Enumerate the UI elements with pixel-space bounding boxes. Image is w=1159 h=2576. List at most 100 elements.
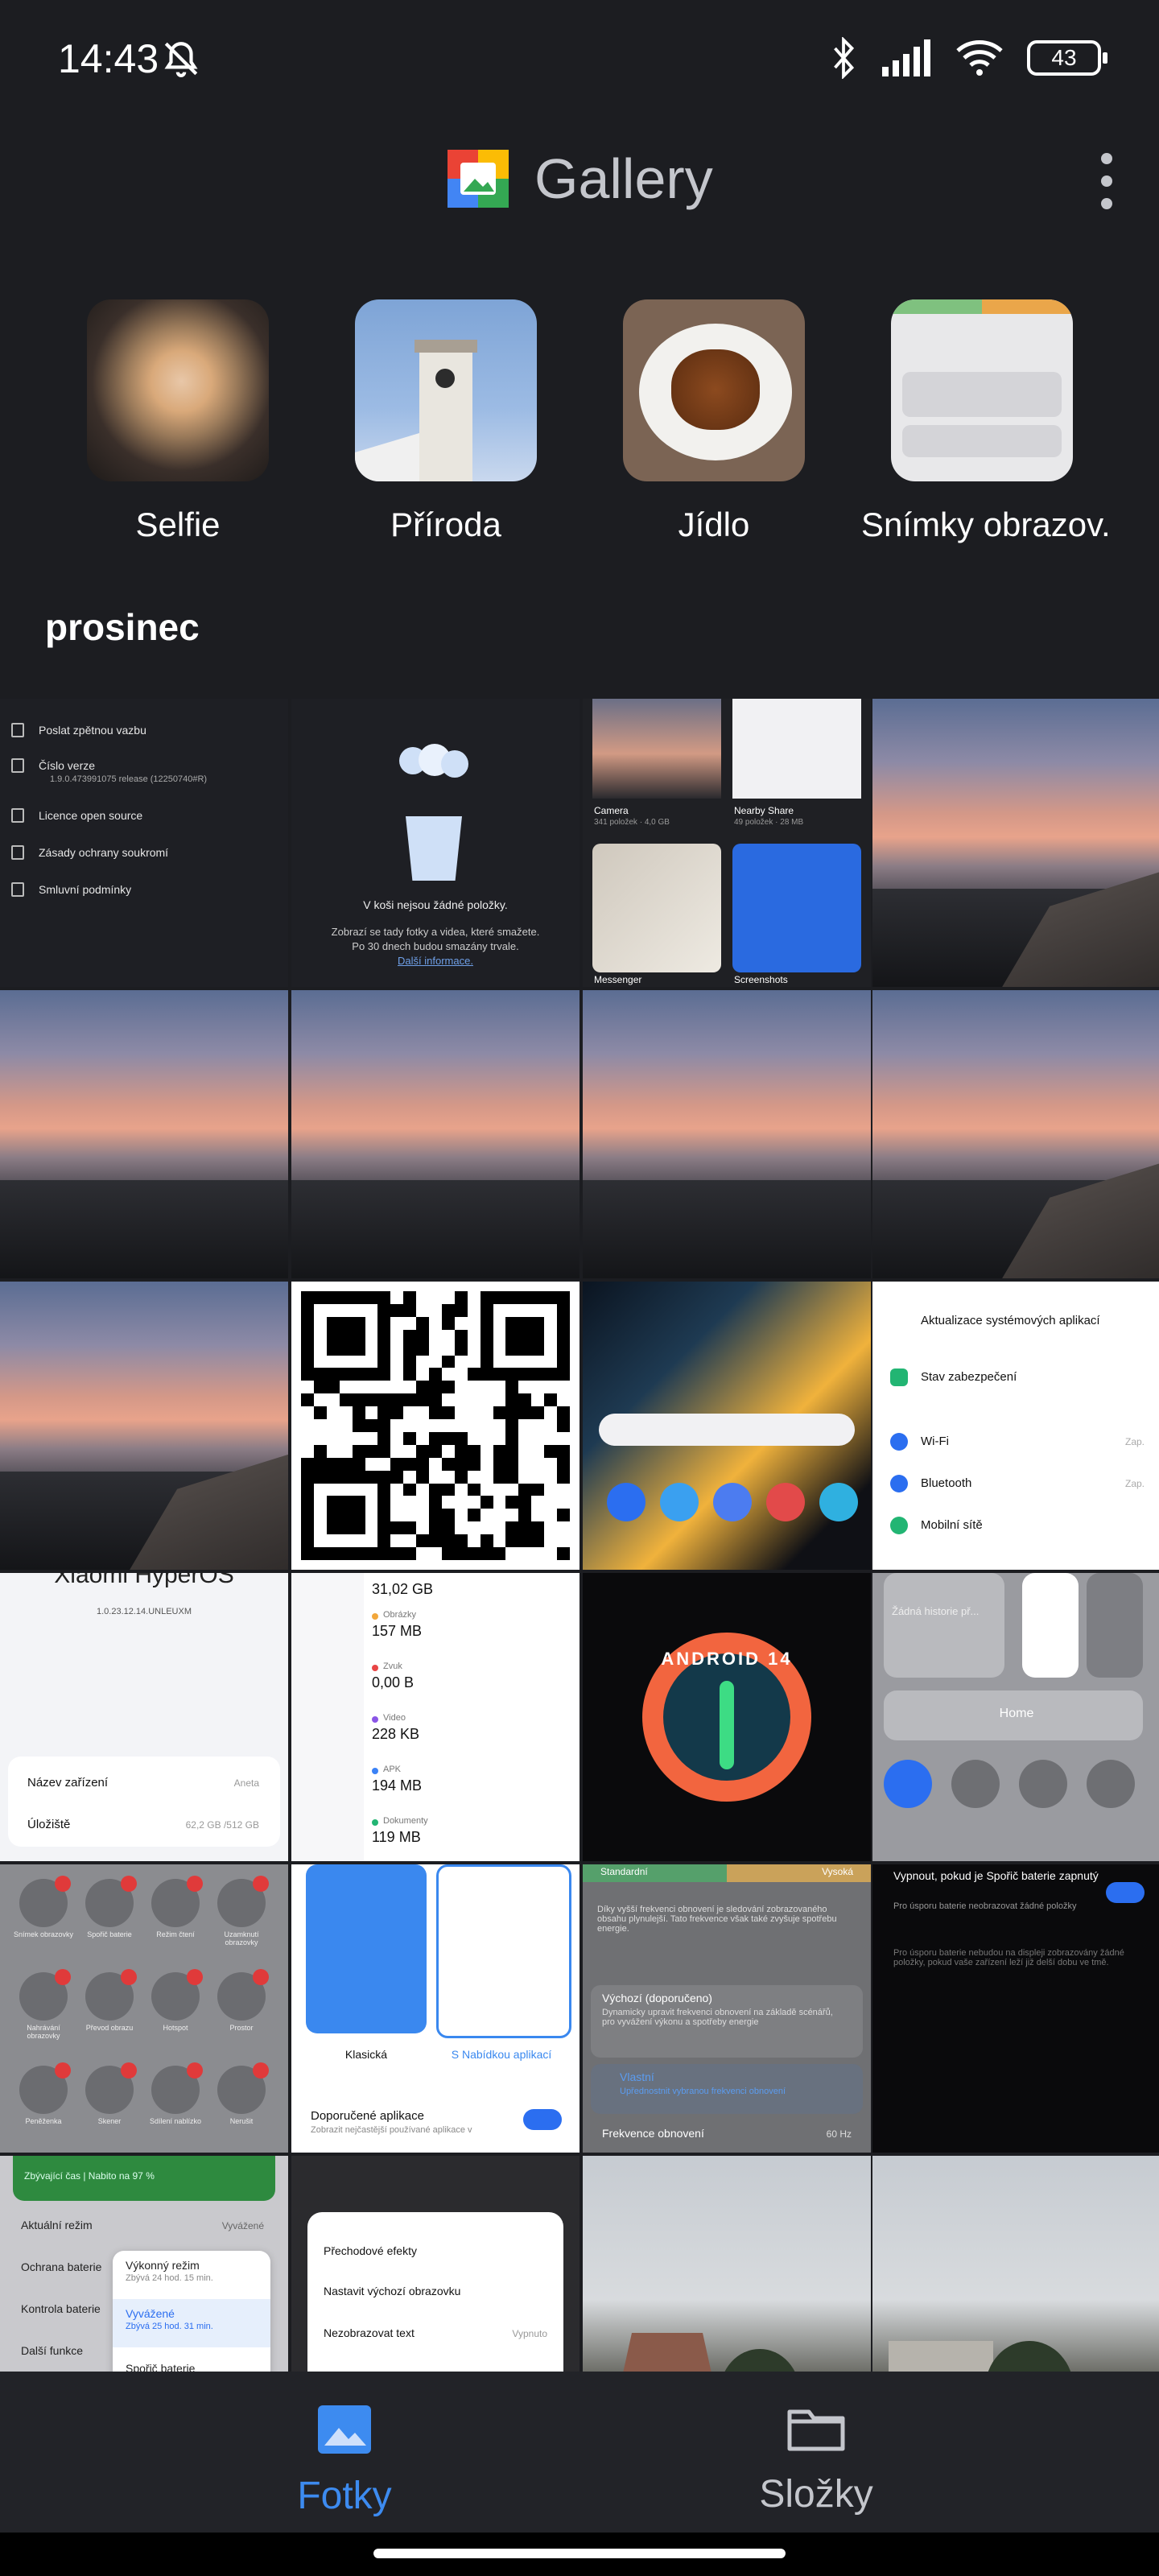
remove-icon (121, 1876, 137, 1892)
album-carousel: Selfie Příroda Jídlo Snímky obrazov. (0, 299, 1159, 557)
storage-item-value: 157 MB (372, 1623, 423, 1639)
wifi-icon (956, 40, 1003, 76)
grid-photo[interactable]: Camera 341 položek · 4,0 GB Nearby Share… (583, 699, 871, 987)
storage-dot (372, 1716, 378, 1723)
list-text: Smluvní podmínky (39, 883, 132, 896)
photo-icon (318, 2405, 371, 2454)
battery-row: Ochrana baterie (21, 2260, 102, 2273)
album-nature[interactable]: Příroda (325, 299, 567, 544)
remove-icon (55, 2062, 71, 2079)
remove-icon (253, 1969, 269, 1985)
hyperos-version: 1.0.23.12.14.UNLEUXM (96, 1607, 192, 1616)
feedback-icon (11, 723, 24, 737)
media-text: Žádná historie př... (892, 1605, 980, 1617)
storage-item-label: Video (383, 1713, 406, 1723)
battery-option-sub: Zbývá 24 hod. 15 min. (126, 2273, 213, 2283)
refresh-option: Výchozí (doporučeno) (602, 1992, 712, 2004)
nav-photos-tab[interactable]: Fotky (184, 2404, 505, 2518)
recommended-apps-sub: Zobrazit nejčastější používané aplikace … (311, 2125, 472, 2135)
hyperos-brand: Xiaomi HyperOS (54, 1573, 234, 1588)
grid-photo[interactable] (583, 1282, 871, 1570)
grid-photo[interactable] (0, 1282, 288, 1570)
grid-photo[interactable]: Vypnout, pokud je Spořič baterie zapnutý… (872, 1864, 1159, 2153)
storage-item-label: APK (383, 1765, 402, 1774)
refresh-option-sub: Upřednostnit vybranou frekvenci obnovení (620, 2087, 786, 2096)
album-meta: 49 položek · 28 MB (734, 818, 804, 827)
grid-photo[interactable] (872, 990, 1159, 1278)
storage-value: 62,2 GB /512 GB (185, 1819, 259, 1831)
grid-photo[interactable] (0, 990, 288, 1278)
storage-item-label: Dokumenty (383, 1816, 428, 1826)
grid-photo[interactable]: Žádná historie př... Home (872, 1573, 1159, 1861)
nav-photos-label: Fotky (297, 2475, 392, 2517)
battery-saver-title: Vypnout, pokud je Spořič baterie zapnutý (893, 1869, 1099, 1882)
album-screenshots[interactable]: Snímky obrazov. (861, 299, 1111, 544)
grid-photo[interactable]: Klasická S Nabídkou aplikací Doporučené … (291, 1864, 580, 2153)
list-text: Licence open source (39, 809, 143, 822)
battery-saver-sub: Pro úsporu baterie nebudou na displeji z… (893, 1948, 1124, 1967)
storage-dot (372, 1768, 378, 1774)
nav-folders-tab[interactable]: Složky (655, 2404, 977, 2516)
quick-tile-label: Peněženka (25, 2117, 62, 2125)
bluetooth-icon (890, 1475, 908, 1492)
device-name-label: Název zařízení (27, 1776, 109, 1790)
storage-dot (372, 1613, 378, 1620)
storage-dot (372, 1665, 378, 1671)
album-food[interactable]: Jídlo (593, 299, 835, 544)
storage-item-value: 0,00 B (372, 1674, 415, 1690)
album-selfie[interactable]: Selfie (57, 299, 299, 544)
wifi-icon (890, 1433, 908, 1451)
settings-item: Mobilní sítě (921, 1518, 983, 1532)
grid-photo-qr-code[interactable] (291, 1282, 580, 1570)
battery-option-sub: Zbývá 25 hod. 31 min. (126, 2322, 213, 2331)
album-thumbnail (623, 299, 805, 481)
status-bar: 14:43 43 (0, 0, 1159, 121)
quick-tile-label: Snímek obrazovky (13, 1930, 74, 1938)
launcher-option: Klasická (344, 2048, 388, 2061)
quick-tile-label: Prostor (229, 2024, 254, 2032)
quick-tile-label: Skener (97, 2117, 122, 2125)
album-thumbnail (891, 299, 1073, 481)
grid-photo[interactable] (291, 990, 580, 1278)
settings-item: Bluetooth (921, 1476, 972, 1490)
app-title: Gallery (534, 147, 713, 210)
album-name: Screenshots (734, 974, 788, 985)
status-time: 14:43 (58, 36, 159, 81)
trash-title: V koši nejsou žádné položky. (363, 898, 508, 911)
storage-item-label: Obrázky (383, 1610, 416, 1620)
remove-icon (187, 1969, 203, 1985)
home-indicator[interactable] (373, 2549, 786, 2558)
launcher-setting: Nezobrazovat text (324, 2326, 415, 2339)
refresh-row-value: 60 Hz (826, 2128, 852, 2140)
home-label: Home (999, 1707, 1034, 1720)
refresh-row: Frekvence obnovení (602, 2127, 704, 2140)
settings-item: Stav zabezpečení (921, 1370, 1017, 1384)
grid-photo[interactable]: Snímek obrazovky Spořič baterie Režim čten… (0, 1864, 288, 2153)
battery-option: Vyvážené (126, 2307, 175, 2320)
grid-photo[interactable]: Aktualizace systémových aplikací Stav za… (872, 1282, 1159, 1570)
tab-label: Standardní (600, 1866, 648, 1877)
grid-photo[interactable]: ANDROID 14 (583, 1573, 871, 1861)
signal-icon (890, 1517, 908, 1534)
launcher-option: S Nabídkou aplikací (451, 2048, 552, 2061)
android-14-badge: ANDROID 14 (642, 1633, 811, 1802)
grid-photo[interactable] (872, 699, 1159, 987)
grid-photo[interactable] (583, 990, 871, 1278)
battery-icon: 43 (1027, 40, 1107, 76)
album-label: Příroda (390, 506, 501, 543)
grid-photo[interactable]: V koši nejsou žádné položky. Zobrazí se … (291, 699, 580, 987)
grid-photo[interactable]: 31,02 GB Obrázky 157 MB Zvuk 0,00 B Video 228… (291, 1573, 580, 1861)
storage-label: Úložiště (27, 1818, 71, 1831)
album-label: Jídlo (678, 506, 750, 543)
launcher-setting: Nastavit výchozí obrazovku (324, 2285, 461, 2297)
document-icon (11, 845, 24, 860)
battery-option: Výkonný režim (126, 2259, 200, 2272)
grid-photo[interactable]: Standardní Vysoká Díky vyšší frekvenci o… (583, 1864, 871, 2153)
signal-icon (882, 39, 930, 76)
grid-photo[interactable]: Xiaomi HyperOS 1.0.23.12.14.UNLEUXM Náze… (0, 1573, 288, 1861)
launcher-setting-value: Vypnuto (512, 2328, 547, 2339)
battery-row: Další funkce (21, 2344, 84, 2357)
more-options-button[interactable] (1095, 153, 1119, 209)
grid-photo[interactable]: Poslat zpětnou vazbu Číslo verze 1.9.0.4… (0, 699, 288, 987)
remove-icon (121, 2062, 137, 2079)
